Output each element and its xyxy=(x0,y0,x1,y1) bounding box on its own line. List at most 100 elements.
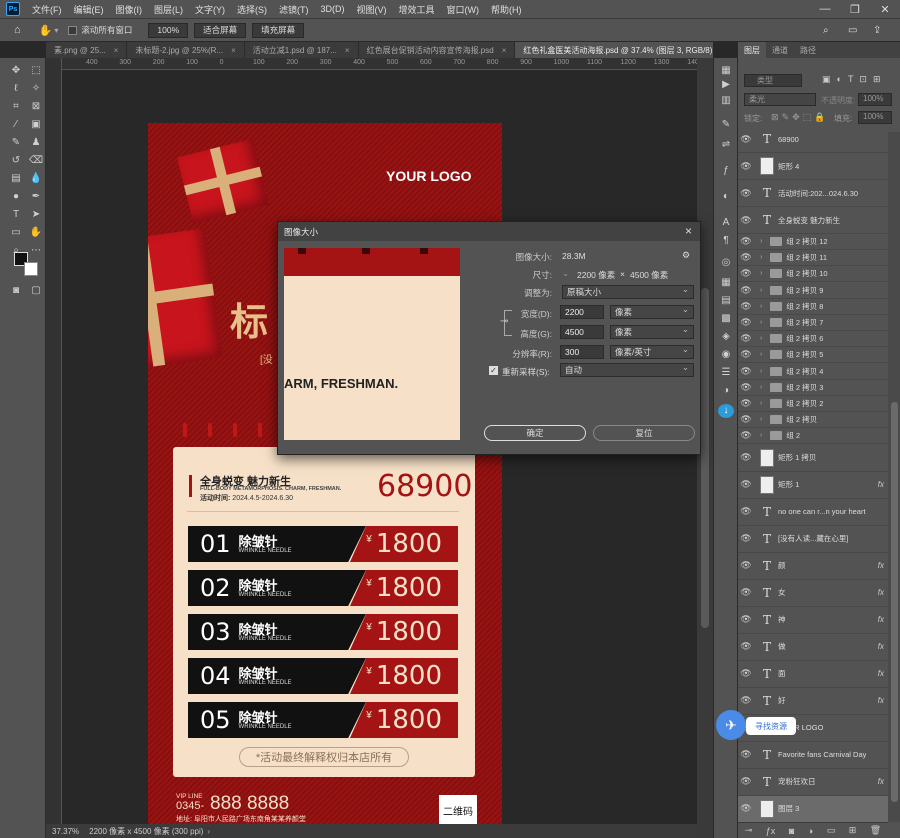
layer-row[interactable]: 👁 Tno one can r...n your heart xyxy=(738,499,888,526)
layer-row[interactable]: 👁 T 68900 xyxy=(738,126,888,153)
chevron-down-icon[interactable]: ⌄ xyxy=(562,268,569,279)
chevron-right-icon[interactable]: › xyxy=(760,432,762,439)
chevron-right-icon[interactable]: › xyxy=(760,351,762,358)
chevron-right-icon[interactable]: › xyxy=(760,287,762,294)
chevron-right-icon[interactable]: › xyxy=(760,254,762,261)
fx-icon[interactable]: fx xyxy=(878,696,884,705)
layer-row[interactable]: 👁 T 颜 fx xyxy=(738,553,888,580)
trash-icon[interactable]: 🗑 xyxy=(870,825,881,836)
layer-row[interactable]: 👁 T Favorite fans Carnival Day xyxy=(738,742,888,769)
stamp-tool-icon[interactable]: ♟ xyxy=(28,136,44,150)
chevron-right-icon[interactable]: › xyxy=(760,368,762,375)
history-brush-icon[interactable]: ↺ xyxy=(8,154,24,168)
height-input[interactable]: 4500 xyxy=(560,325,604,339)
eye-icon[interactable]: 👁 xyxy=(738,366,754,377)
tab-doc-3[interactable]: 活动立减1.psd @ 187... × xyxy=(245,42,359,58)
type-tool-icon[interactable]: T xyxy=(8,208,24,222)
menu-view[interactable]: 视图(V) xyxy=(351,3,393,16)
actions-icon[interactable]: ▥ xyxy=(718,94,734,108)
hand-tool-icon[interactable]: ✋ xyxy=(28,226,44,240)
layer-row[interactable]: 👁 › 组 2 拷贝 12 xyxy=(738,234,888,250)
layer-row[interactable]: 👁 T 神 fx xyxy=(738,607,888,634)
resample-select[interactable]: 自动 xyxy=(560,362,694,377)
blend-mode-select[interactable]: 柔光 xyxy=(744,93,816,106)
layer-row[interactable]: 👁 › 组 2 拷贝 3 xyxy=(738,380,888,396)
fx-icon[interactable]: fx xyxy=(878,480,884,489)
eye-icon[interactable]: 👁 xyxy=(738,560,754,571)
layer-row[interactable]: 👁 › 组 2 拷贝 6 xyxy=(738,331,888,348)
link-icon[interactable]: ⊸ xyxy=(745,825,753,836)
blur-tool-icon[interactable]: 💧 xyxy=(28,172,44,186)
fx-icon[interactable]: fx xyxy=(878,588,884,597)
eye-icon[interactable]: 👁 xyxy=(738,430,754,441)
close-icon[interactable]: × xyxy=(685,224,692,238)
eye-icon[interactable]: 👁 xyxy=(738,668,754,679)
fit-screen-button[interactable]: 适合屏幕 xyxy=(194,22,247,38)
eye-icon[interactable]: 👁 xyxy=(738,236,754,247)
width-unit-select[interactable]: 像素 xyxy=(610,304,694,319)
layer-row[interactable]: 👁 › 组 2 xyxy=(738,428,888,445)
eye-icon[interactable]: 👁 xyxy=(738,301,754,312)
color-icon[interactable]: ◎ xyxy=(718,256,734,270)
magic-wand-icon[interactable]: ✧ xyxy=(28,82,44,96)
chevron-right-icon[interactable]: › xyxy=(760,384,762,391)
width-input[interactable]: 2200 xyxy=(560,305,604,319)
eye-icon[interactable]: 👁 xyxy=(738,803,754,814)
fx-icon[interactable]: fx xyxy=(878,642,884,651)
fx-icon[interactable]: ƒx xyxy=(766,826,776,836)
eye-icon[interactable]: 👁 xyxy=(738,382,754,393)
image-preview[interactable]: ARM, FRESHMAN. xyxy=(284,248,460,440)
menu-window[interactable]: 窗口(W) xyxy=(441,3,486,16)
eye-icon[interactable]: 👁 xyxy=(738,215,754,226)
patterns-icon[interactable]: ▩ xyxy=(718,312,734,326)
layer-row[interactable]: 👁 矩形 4 xyxy=(738,153,888,180)
opacity-input[interactable]: 100% xyxy=(858,93,892,106)
menu-select[interactable]: 选择(S) xyxy=(231,3,273,16)
layer-filter-select[interactable]: 类型 xyxy=(744,74,802,87)
zoom-level[interactable]: 37.37% xyxy=(52,827,79,836)
quick-mask-icon[interactable]: ◙ xyxy=(8,284,24,298)
chevron-right-icon[interactable]: › xyxy=(760,400,762,407)
lock-icons[interactable]: ⊠✎✥⬚🔒 xyxy=(771,112,828,123)
adjustment-icon[interactable]: ◑ xyxy=(808,826,813,836)
background-color-swatch[interactable] xyxy=(24,262,38,276)
layer-row[interactable]: 👁 › 组 2 拷贝 9 xyxy=(738,283,888,299)
eye-icon[interactable]: 👁 xyxy=(738,285,754,296)
menu-type[interactable]: 文字(Y) xyxy=(189,3,231,16)
gradients-icon[interactable]: ▤ xyxy=(718,294,734,308)
adjust-icon[interactable]: ⇌ xyxy=(718,138,734,152)
layer-row[interactable]: 👁 › 组 2 拷贝 11 xyxy=(738,250,888,267)
eye-icon[interactable]: 👁 xyxy=(738,479,754,490)
tab-doc-5[interactable]: 红色礼盒医美活动海报.psd @ 37.4% (图层 3, RGB/8)× xyxy=(515,42,713,58)
eye-icon[interactable]: 👁 xyxy=(738,414,754,425)
eye-icon[interactable]: 👁 xyxy=(738,333,754,344)
close-icon[interactable]: ✕ xyxy=(870,0,900,18)
eye-icon[interactable]: 👁 xyxy=(738,749,754,760)
layer-row[interactable]: 👁 › 组 2 拷贝 4 xyxy=(738,364,888,380)
fit-to-select[interactable]: 原稿大小 xyxy=(562,284,694,299)
resolution-unit-select[interactable]: 像素/英寸 xyxy=(610,344,694,359)
chevron-right-icon[interactable]: › xyxy=(760,416,762,423)
eye-icon[interactable]: 👁 xyxy=(738,252,754,263)
channels-icon[interactable]: ◉ xyxy=(718,348,734,362)
dodge-tool-icon[interactable]: ● xyxy=(8,190,24,204)
fx-icon[interactable]: fx xyxy=(878,777,884,786)
character-icon[interactable]: A xyxy=(718,216,734,230)
layer-row[interactable]: 👁 T 全身蜕变 魅力新生 xyxy=(738,207,888,234)
eye-icon[interactable]: 👁 xyxy=(738,398,754,409)
play-icon[interactable]: ▶ xyxy=(718,78,734,92)
more-tools-icon[interactable]: ⋯ xyxy=(28,244,44,258)
chevron-right-icon[interactable]: › xyxy=(760,303,762,310)
ok-button[interactable]: 确定 xyxy=(484,425,586,441)
layer-row[interactable]: 👁 T [没有人读...藏在心里] xyxy=(738,526,888,553)
close-icon[interactable]: × xyxy=(231,46,236,55)
layer-row[interactable]: 👁 T 宠粉狂欢日 fx xyxy=(738,769,888,796)
restore-icon[interactable]: ❐ xyxy=(840,0,870,18)
marquee-tool-icon[interactable]: ⬚ xyxy=(28,64,44,78)
fx-icon[interactable]: ƒ xyxy=(718,164,734,178)
clone-source-icon[interactable]: ◐ xyxy=(718,190,734,204)
find-resource-widget[interactable]: ✈ 寻找资源 xyxy=(716,710,798,742)
height-unit-select[interactable]: 像素 xyxy=(610,324,694,339)
fx-icon[interactable]: fx xyxy=(878,615,884,624)
scrollbar-thumb[interactable] xyxy=(891,402,898,802)
